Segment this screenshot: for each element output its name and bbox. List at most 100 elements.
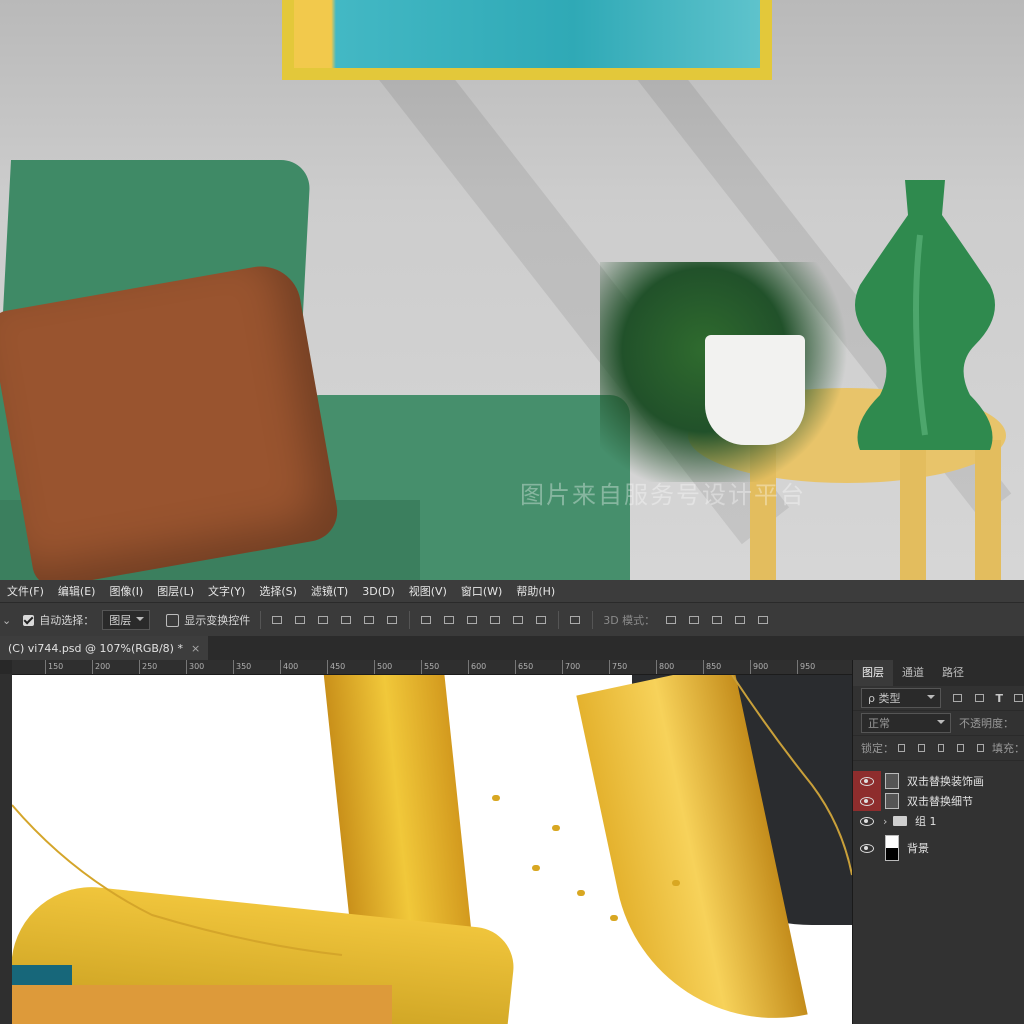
menu-bar: 文件(F) 编辑(E) 图像(I) 图层(L) 文字(Y) 选择(S) 滤镜(T… — [0, 580, 1024, 602]
ruler-tick: 700 — [561, 660, 581, 674]
layer-name: 背景 — [907, 842, 929, 855]
smart-object-thumbnail-icon — [885, 793, 899, 809]
lock-all-icon[interactable] — [975, 741, 986, 755]
align-left-icon[interactable] — [339, 613, 353, 627]
side-table-leg — [900, 440, 926, 580]
tab-paths[interactable]: 路径 — [933, 660, 973, 686]
auto-select-option[interactable]: 自动选择： — [23, 612, 94, 628]
eye-icon — [860, 796, 874, 806]
orbit-3d-icon[interactable] — [664, 613, 678, 627]
blend-mode-dropdown[interactable]: 正常 — [861, 713, 951, 733]
drag-3d-icon[interactable] — [710, 613, 724, 627]
show-transform-checkbox[interactable] — [166, 613, 180, 627]
ruler-tick: 500 — [373, 660, 393, 674]
layer-row[interactable]: 双击替换细节 — [853, 791, 1024, 811]
lock-pixels-icon[interactable] — [916, 741, 927, 755]
horizontal-ruler: 150 200 250 300 350 400 450 500 550 600 … — [12, 660, 852, 675]
white-plant-pot — [705, 335, 805, 445]
canvas-gold-speck — [610, 915, 618, 921]
lock-position-icon[interactable] — [936, 741, 947, 755]
layer-name: 双击替换细节 — [907, 795, 973, 808]
ruler-tick: 800 — [655, 660, 675, 674]
ruler-tick: 450 — [326, 660, 346, 674]
panel-tabs: 图层 通道 路径 — [853, 660, 1024, 686]
auto-select-label: 自动选择： — [39, 614, 95, 627]
align-horizontal-center-icon[interactable] — [362, 613, 376, 627]
watermark-text: 图片来自服务号设计平台 — [520, 481, 806, 509]
ruler-tick: 600 — [467, 660, 487, 674]
document-tab[interactable]: (C) vi744.psd @ 107%(RGB/8) * × — [0, 636, 209, 660]
wall-picture-frame — [282, 0, 772, 80]
menu-3d[interactable]: 3D(D) — [355, 585, 402, 598]
layer-row[interactable]: › 组 1 — [853, 811, 1024, 831]
menu-edit[interactable]: 编辑(E) — [51, 583, 103, 599]
menu-window[interactable]: 窗口(W) — [454, 583, 509, 599]
camera-3d-icon[interactable] — [756, 613, 770, 627]
menu-filter[interactable]: 滤镜(T) — [304, 583, 355, 599]
menu-view[interactable]: 视图(V) — [402, 583, 454, 599]
opacity-label: 不透明度： — [959, 717, 1014, 730]
tab-channels[interactable]: 通道 — [893, 660, 933, 686]
lock-row: 锁定： 填充： — [853, 736, 1024, 761]
distribute-left-icon[interactable] — [488, 613, 502, 627]
visibility-toggle[interactable] — [853, 811, 881, 831]
layer-filter-row: ρ 类型 T — [853, 686, 1024, 711]
canvas-gold-speck — [672, 880, 680, 886]
lock-label: 锁定： — [861, 742, 894, 755]
tab-layers[interactable]: 图层 — [853, 660, 893, 686]
divider — [558, 611, 560, 629]
auto-select-checkbox[interactable] — [23, 614, 35, 626]
layer-list: 双击替换装饰画 双击替换细节 › 组 1 背景 — [853, 771, 1024, 865]
ruler-tick: 950 — [796, 660, 816, 674]
menu-select[interactable]: 选择(S) — [252, 583, 304, 599]
layer-filter-dropdown[interactable]: ρ 类型 — [861, 688, 942, 708]
filter-shape-icon[interactable] — [1012, 691, 1024, 705]
filter-image-icon[interactable] — [951, 691, 964, 705]
filter-adjustment-icon[interactable] — [973, 691, 986, 705]
distribute-vertical-center-icon[interactable] — [442, 613, 456, 627]
distribute-right-icon[interactable] — [534, 613, 548, 627]
ruler-tick: 350 — [232, 660, 252, 674]
folder-icon — [893, 816, 907, 826]
mode-3d-label: 3D 模式： — [603, 614, 656, 627]
distribute-bottom-icon[interactable] — [465, 613, 479, 627]
frame-artwork — [294, 0, 760, 68]
menu-layer[interactable]: 图层(L) — [150, 583, 201, 599]
distribute-top-icon[interactable] — [419, 613, 433, 627]
align-top-icon[interactable] — [270, 613, 284, 627]
auto-align-icon[interactable] — [568, 613, 582, 627]
filter-type-icon[interactable]: T — [995, 692, 1003, 705]
ruler-tick: 750 — [608, 660, 628, 674]
close-tab-icon[interactable]: × — [191, 642, 200, 655]
menu-help[interactable]: 帮助(H) — [509, 583, 562, 599]
chevron-right-icon[interactable]: › — [883, 815, 891, 828]
lock-artboard-icon[interactable] — [955, 741, 966, 755]
ruler-tick: 550 — [420, 660, 440, 674]
menu-image[interactable]: 图像(I) — [102, 583, 150, 599]
auto-select-dropdown[interactable]: 图层 — [102, 610, 151, 630]
visibility-toggle[interactable] — [853, 771, 881, 791]
visibility-toggle[interactable] — [853, 831, 881, 865]
ruler-tick: 300 — [185, 660, 205, 674]
ruler-tick: 900 — [749, 660, 769, 674]
roll-3d-icon[interactable] — [687, 613, 701, 627]
canvas-gold-speck — [552, 825, 560, 831]
lock-transparent-icon[interactable] — [896, 741, 907, 755]
align-bottom-icon[interactable] — [316, 613, 330, 627]
document-canvas[interactable] — [12, 675, 852, 1024]
distribute-horizontal-center-icon[interactable] — [511, 613, 525, 627]
menu-type[interactable]: 文字(Y) — [201, 583, 252, 599]
visibility-toggle[interactable] — [853, 791, 881, 811]
show-transform-option[interactable]: 显示变换控件 — [166, 612, 250, 628]
options-bar: ⌄ 自动选择： 图层 显示变换控件 3D 模式： — [0, 602, 1024, 638]
canvas-gold-speck — [532, 865, 540, 871]
ruler-tick: 150 — [44, 660, 64, 674]
align-vertical-center-icon[interactable] — [293, 613, 307, 627]
layer-row[interactable]: 双击替换装饰画 — [853, 771, 1024, 791]
menu-file[interactable]: 文件(F) — [0, 583, 51, 599]
layer-row[interactable]: 背景 — [853, 831, 1024, 865]
smart-object-thumbnail-icon — [885, 773, 899, 789]
tool-preset-chevron-icon[interactable]: ⌄ — [2, 614, 11, 627]
align-right-icon[interactable] — [385, 613, 399, 627]
slide-3d-icon[interactable] — [733, 613, 747, 627]
